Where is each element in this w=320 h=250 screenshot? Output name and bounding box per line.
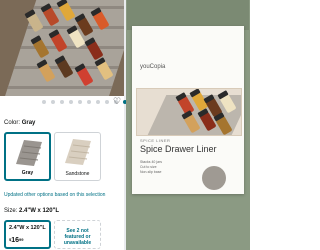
package-title: Spice Drawer Liner	[140, 144, 217, 154]
drawer-photo	[136, 88, 242, 136]
swatch-label: Sandstone	[65, 171, 90, 177]
size-option-unavailable[interactable]: See 2 not featured or unavailable	[54, 220, 101, 249]
gallery-dot[interactable]	[78, 100, 82, 104]
heart-icon[interactable]: ♡	[113, 97, 121, 106]
sandstone-liner-thumbnail	[65, 139, 91, 165]
size-option-price: $1699	[9, 237, 24, 244]
color-label: Color:	[4, 120, 21, 126]
size-option-selected[interactable]: 2.4"W x 120"L $1699	[4, 220, 51, 249]
updated-options-note: Updated other options based on this sele…	[4, 192, 106, 198]
size-option-label: 2.4"W x 120"L	[9, 225, 46, 231]
swatch-sandstone[interactable]: Sandstone	[54, 132, 101, 181]
gray-liner-thumbnail	[16, 140, 42, 166]
product-main-image[interactable]	[0, 0, 124, 96]
unavailable-text: See 2 not featured or unavailable	[63, 228, 92, 246]
package-bullets: Stacks 40 jars Cut to size Non-slip base	[140, 160, 162, 174]
sub-brand: SPICE LINER	[140, 138, 171, 143]
size-selection: Size: 2.4"W x 120"L	[4, 208, 59, 214]
gallery-dot[interactable]	[69, 100, 73, 104]
color-selection: Color: Gray	[4, 120, 35, 126]
gallery-dot[interactable]	[42, 100, 46, 104]
gallery-dot[interactable]	[60, 100, 64, 104]
size-value: 2.4"W x 120"L	[19, 208, 60, 214]
gallery-dot[interactable]	[87, 100, 91, 104]
brand-logo: youCopia	[140, 64, 166, 70]
color-value: Gray	[21, 120, 36, 126]
product-box: youCopia SPICE LINER Spice Drawer Liner …	[132, 26, 244, 194]
swatch-gray[interactable]: Gray	[4, 132, 51, 181]
gallery-dot[interactable]	[51, 100, 55, 104]
gallery-dot[interactable]	[105, 100, 109, 104]
packaging-image[interactable]: youCopia SPICE LINER Spice Drawer Liner …	[126, 0, 250, 250]
swatch-label: Gray	[21, 170, 34, 176]
gallery-dot[interactable]	[96, 100, 100, 104]
size-label: Size:	[4, 208, 18, 214]
liner-roll-graphic	[202, 166, 226, 190]
